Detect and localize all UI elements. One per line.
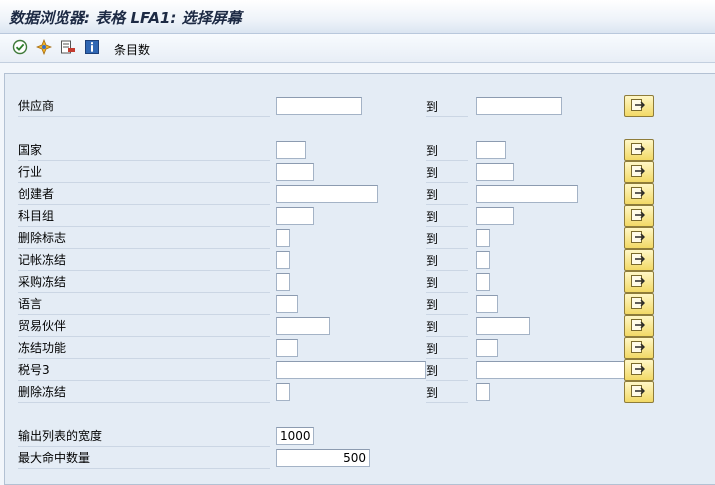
dynamic-selection-icon[interactable] <box>36 39 52 55</box>
multiple-selection-arrow-icon <box>630 362 648 379</box>
posting-block-high-input[interactable] <box>476 251 490 269</box>
execute-icon[interactable] <box>12 39 28 55</box>
block-function-multiple-selection-button[interactable] <box>624 337 654 359</box>
industry-high-input[interactable] <box>476 163 514 181</box>
to-label: 到 <box>426 382 468 403</box>
multiple-selection-arrow-icon <box>630 252 648 269</box>
tax-number-3-multiple-selection-button[interactable] <box>624 359 654 381</box>
trading-partner-multiple-selection-button[interactable] <box>624 315 654 337</box>
purchasing-block-multiple-selection-button[interactable] <box>624 271 654 293</box>
to-label: 到 <box>426 162 468 183</box>
deletion-flag-high-input[interactable] <box>476 229 490 247</box>
deletion-flag-multiple-selection-button[interactable] <box>624 227 654 249</box>
to-label: 到 <box>426 228 468 249</box>
vendor-low-input[interactable] <box>276 97 362 115</box>
block-function-high-input[interactable] <box>476 339 498 357</box>
purchasing-block-high-input[interactable] <box>476 273 490 291</box>
to-label: 到 <box>426 338 468 359</box>
label-vendor: 供应商 <box>18 96 270 117</box>
deletion-block-high-input[interactable] <box>476 383 490 401</box>
label-tax-number-3: 税号3 <box>18 360 270 381</box>
country-multiple-selection-button[interactable] <box>624 139 654 161</box>
block-function-low-input[interactable] <box>276 339 298 357</box>
posting-block-low-input[interactable] <box>276 251 290 269</box>
tax-number-3-low-input[interactable] <box>276 361 426 379</box>
info-icon[interactable] <box>84 39 100 55</box>
multiple-selection-arrow-icon <box>630 230 648 247</box>
multiple-selection-arrow-icon <box>630 318 648 335</box>
multiple-selection-arrow-icon <box>630 142 648 159</box>
application-toolbar: 条目数 <box>0 34 715 63</box>
to-label: 到 <box>426 294 468 315</box>
multiple-selection-arrow-icon <box>630 208 648 225</box>
label-trading-partner: 贸易伙伴 <box>18 316 270 337</box>
count-entries-button[interactable]: 条目数 <box>114 41 150 58</box>
country-low-input[interactable] <box>276 141 306 159</box>
to-label: 到 <box>426 360 468 381</box>
multiple-selection-arrow-icon <box>630 186 648 203</box>
label-created-by: 创建者 <box>18 184 270 205</box>
to-label: 到 <box>426 96 468 117</box>
label-language: 语言 <box>18 294 270 315</box>
industry-multiple-selection-button[interactable] <box>624 161 654 183</box>
created-by-high-input[interactable] <box>476 185 578 203</box>
vendor-multiple-selection-button[interactable] <box>624 95 654 117</box>
purchasing-block-low-input[interactable] <box>276 273 290 291</box>
label-country: 国家 <box>18 140 270 161</box>
delete-selection-icon[interactable] <box>60 39 76 55</box>
created-by-low-input[interactable] <box>276 185 378 203</box>
window-title: 数据浏览器: 表格 LFA1: 选择屏幕 <box>9 9 242 27</box>
label-deletion-block: 删除冻结 <box>18 382 270 403</box>
country-high-input[interactable] <box>476 141 506 159</box>
account-group-high-input[interactable] <box>476 207 514 225</box>
account-group-low-input[interactable] <box>276 207 314 225</box>
to-label: 到 <box>426 316 468 337</box>
account-group-multiple-selection-button[interactable] <box>624 205 654 227</box>
label-block-function: 冻结功能 <box>18 338 270 359</box>
label-posting-block: 记帐冻结 <box>18 250 270 271</box>
label-account-group: 科目组 <box>18 206 270 227</box>
label-purchasing-block: 采购冻结 <box>18 272 270 293</box>
multiple-selection-arrow-icon <box>630 384 648 401</box>
tax-number-3-high-input[interactable] <box>476 361 626 379</box>
posting-block-multiple-selection-button[interactable] <box>624 249 654 271</box>
multiple-selection-arrow-icon <box>630 98 648 115</box>
multiple-selection-arrow-icon <box>630 164 648 181</box>
trading-partner-high-input[interactable] <box>476 317 530 335</box>
language-multiple-selection-button[interactable] <box>624 293 654 315</box>
deletion-block-multiple-selection-button[interactable] <box>624 381 654 403</box>
created-by-multiple-selection-button[interactable] <box>624 183 654 205</box>
to-label: 到 <box>426 250 468 271</box>
label-industry: 行业 <box>18 162 270 183</box>
language-high-input[interactable] <box>476 295 498 313</box>
trading-partner-low-input[interactable] <box>276 317 330 335</box>
title-bar: 数据浏览器: 表格 LFA1: 选择屏幕 <box>0 0 715 34</box>
industry-low-input[interactable] <box>276 163 314 181</box>
label-max-hits: 最大命中数量 <box>18 448 270 469</box>
vendor-high-input[interactable] <box>476 97 562 115</box>
output-width-input[interactable] <box>276 427 314 445</box>
to-label: 到 <box>426 272 468 293</box>
to-label: 到 <box>426 184 468 205</box>
multiple-selection-arrow-icon <box>630 296 648 313</box>
to-label: 到 <box>426 206 468 227</box>
multiple-selection-arrow-icon <box>630 274 648 291</box>
deletion-flag-low-input[interactable] <box>276 229 290 247</box>
label-output-width: 输出列表的宽度 <box>18 426 270 447</box>
max-hits-input[interactable] <box>276 449 370 467</box>
label-deletion-flag: 删除标志 <box>18 228 270 249</box>
to-label: 到 <box>426 140 468 161</box>
language-low-input[interactable] <box>276 295 298 313</box>
multiple-selection-arrow-icon <box>630 340 648 357</box>
deletion-block-low-input[interactable] <box>276 383 290 401</box>
